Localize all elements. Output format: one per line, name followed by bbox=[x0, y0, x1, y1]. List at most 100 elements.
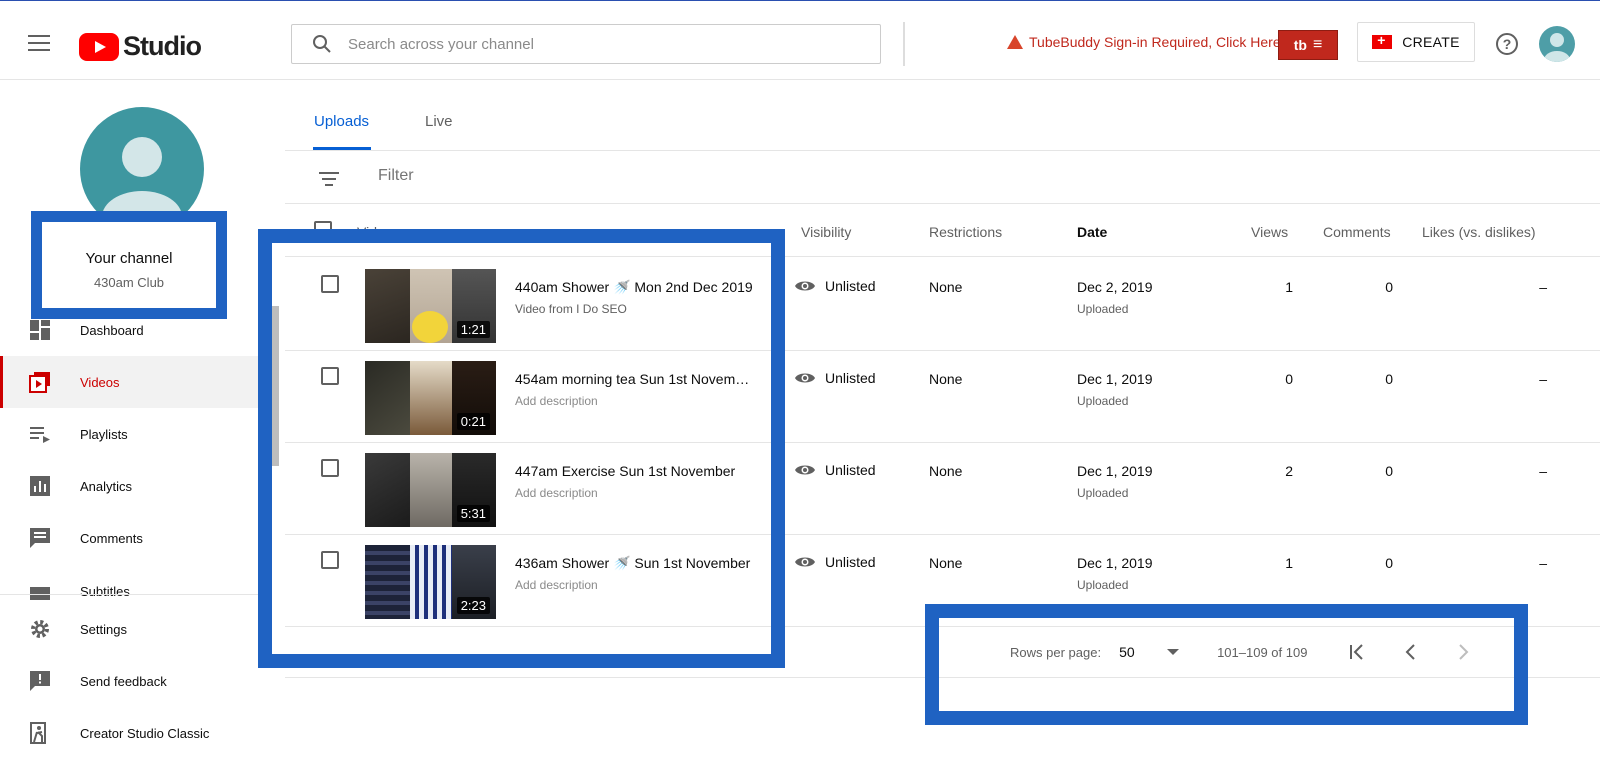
column-restrictions[interactable]: Restrictions bbox=[929, 224, 1002, 240]
comments-value: 0 bbox=[1385, 555, 1393, 571]
eye-icon bbox=[795, 557, 815, 567]
restrictions-value: None bbox=[929, 463, 963, 479]
help-icon[interactable]: ? bbox=[1496, 33, 1518, 55]
filter-icon[interactable] bbox=[319, 172, 339, 190]
highlight-box-pagination bbox=[925, 604, 1528, 725]
header-divider bbox=[903, 22, 905, 66]
restrictions-value: None bbox=[929, 279, 963, 295]
visibility-selector[interactable]: Unlisted bbox=[795, 462, 876, 478]
create-label: CREATE bbox=[1402, 34, 1460, 50]
column-likes[interactable]: Likes (vs. dislikes) bbox=[1422, 224, 1536, 240]
date-value: Dec 1, 2019 bbox=[1077, 371, 1153, 387]
sidebar-item-creator-studio-classic[interactable]: Creator Studio Classic bbox=[0, 707, 261, 759]
upload-status: Uploaded bbox=[1077, 302, 1129, 316]
sidebar-item-label: Creator Studio Classic bbox=[80, 725, 210, 741]
visibility-selector[interactable]: Unlisted bbox=[795, 554, 876, 570]
studio-logo[interactable]: Studio bbox=[79, 31, 202, 62]
sidebar-item-analytics[interactable]: Analytics bbox=[0, 460, 261, 512]
visibility-value: Unlisted bbox=[825, 278, 876, 294]
comments-value: 0 bbox=[1385, 279, 1393, 295]
video-camera-icon bbox=[1372, 32, 1393, 49]
likes-value: – bbox=[1539, 279, 1547, 295]
channel-info: Your channel 430am Club bbox=[31, 211, 227, 319]
sidebar-item-playlists[interactable]: Playlists bbox=[0, 408, 261, 460]
sidebar-item-label: Comments bbox=[80, 530, 143, 546]
sidebar-item-label: Settings bbox=[80, 621, 127, 637]
user-icon bbox=[1544, 33, 1570, 62]
sidebar-item-settings[interactable]: Settings bbox=[0, 603, 261, 655]
highlight-box-video-list bbox=[258, 229, 785, 668]
date-value: Dec 1, 2019 bbox=[1077, 463, 1153, 479]
visibility-value: Unlisted bbox=[825, 462, 876, 478]
playlists-icon bbox=[30, 427, 50, 443]
sidebar-item-label: Send feedback bbox=[80, 673, 167, 689]
upload-status: Uploaded bbox=[1077, 486, 1129, 500]
sidebar-item-label: Analytics bbox=[80, 478, 133, 494]
tab-uploads[interactable]: Uploads bbox=[314, 113, 369, 130]
eye-icon bbox=[795, 465, 815, 475]
sidebar-item-dashboard[interactable]: Dashboard bbox=[0, 304, 261, 356]
sidebar-item-send-feedback[interactable]: Send feedback bbox=[0, 655, 261, 707]
tubebuddy-badge-text: tb bbox=[1293, 37, 1307, 53]
account-avatar[interactable] bbox=[1539, 26, 1575, 62]
views-value: 1 bbox=[1285, 555, 1293, 571]
warning-icon bbox=[1007, 35, 1023, 49]
tab-bar: Uploads Live bbox=[285, 81, 1600, 151]
visibility-selector[interactable]: Unlisted bbox=[795, 370, 876, 386]
likes-value: – bbox=[1539, 463, 1547, 479]
analytics-icon bbox=[30, 476, 50, 496]
eye-icon bbox=[795, 373, 815, 383]
column-visibility[interactable]: Visibility bbox=[801, 224, 851, 240]
channel-title[interactable]: Your channel bbox=[42, 250, 216, 267]
search-input[interactable] bbox=[348, 35, 828, 53]
restrictions-value: None bbox=[929, 371, 963, 387]
sidebar-item-label: Dashboard bbox=[80, 322, 144, 338]
eye-icon bbox=[795, 281, 815, 291]
logo-text: Studio bbox=[123, 31, 202, 61]
filter-input[interactable] bbox=[378, 167, 778, 185]
sidebar-item-label: Subtitles bbox=[80, 584, 130, 599]
views-value: 1 bbox=[1285, 279, 1293, 295]
gear-icon bbox=[31, 620, 49, 638]
tubebuddy-menu-icon: ≡ bbox=[1312, 36, 1323, 53]
sidebar-item-comments[interactable]: Comments bbox=[0, 512, 261, 564]
visibility-value: Unlisted bbox=[825, 554, 876, 570]
likes-value: – bbox=[1539, 371, 1547, 387]
tubebuddy-button[interactable]: tb ≡ bbox=[1278, 30, 1338, 60]
active-tab-indicator bbox=[313, 147, 371, 150]
create-button[interactable]: CREATE bbox=[1357, 22, 1475, 62]
date-value: Dec 1, 2019 bbox=[1077, 555, 1153, 571]
column-date[interactable]: Date bbox=[1077, 224, 1107, 240]
visibility-selector[interactable]: Unlisted bbox=[795, 278, 876, 294]
filter-bar bbox=[285, 152, 1600, 204]
views-value: 0 bbox=[1285, 371, 1293, 387]
comments-value: 0 bbox=[1385, 371, 1393, 387]
exit-icon bbox=[30, 722, 46, 744]
menu-icon[interactable] bbox=[28, 35, 50, 53]
tab-live[interactable]: Live bbox=[425, 113, 453, 130]
sidebar-divider bbox=[0, 594, 261, 595]
date-value: Dec 2, 2019 bbox=[1077, 279, 1153, 295]
comments-value: 0 bbox=[1385, 463, 1393, 479]
search-icon bbox=[313, 35, 331, 53]
upload-status: Uploaded bbox=[1077, 394, 1129, 408]
restrictions-value: None bbox=[929, 555, 963, 571]
tubebuddy-warning-text: TubeBuddy Sign-in Required, Click Here bbox=[1029, 34, 1281, 50]
dashboard-icon bbox=[30, 320, 50, 340]
visibility-value: Unlisted bbox=[825, 370, 876, 386]
feedback-icon bbox=[30, 671, 50, 691]
search-box[interactable] bbox=[291, 24, 881, 64]
top-bar: Studio TubeBuddy Sign-in Required, Click… bbox=[0, 8, 1600, 80]
channel-name: 430am Club bbox=[93, 275, 165, 290]
sidebar-item-videos[interactable]: Videos bbox=[0, 356, 261, 408]
likes-value: – bbox=[1539, 555, 1547, 571]
column-comments[interactable]: Comments bbox=[1323, 224, 1391, 240]
sidebar-item-label: Playlists bbox=[80, 426, 128, 442]
comments-icon bbox=[30, 528, 50, 548]
youtube-logo-icon bbox=[79, 32, 119, 61]
tubebuddy-warning-link[interactable]: TubeBuddy Sign-in Required, Click Here bbox=[1007, 34, 1281, 50]
upload-status: Uploaded bbox=[1077, 578, 1129, 592]
sidebar: Your channel 430am Club Dashboard Videos… bbox=[0, 81, 261, 761]
column-views[interactable]: Views bbox=[1251, 224, 1288, 240]
sidebar-item-label: Videos bbox=[80, 374, 120, 390]
